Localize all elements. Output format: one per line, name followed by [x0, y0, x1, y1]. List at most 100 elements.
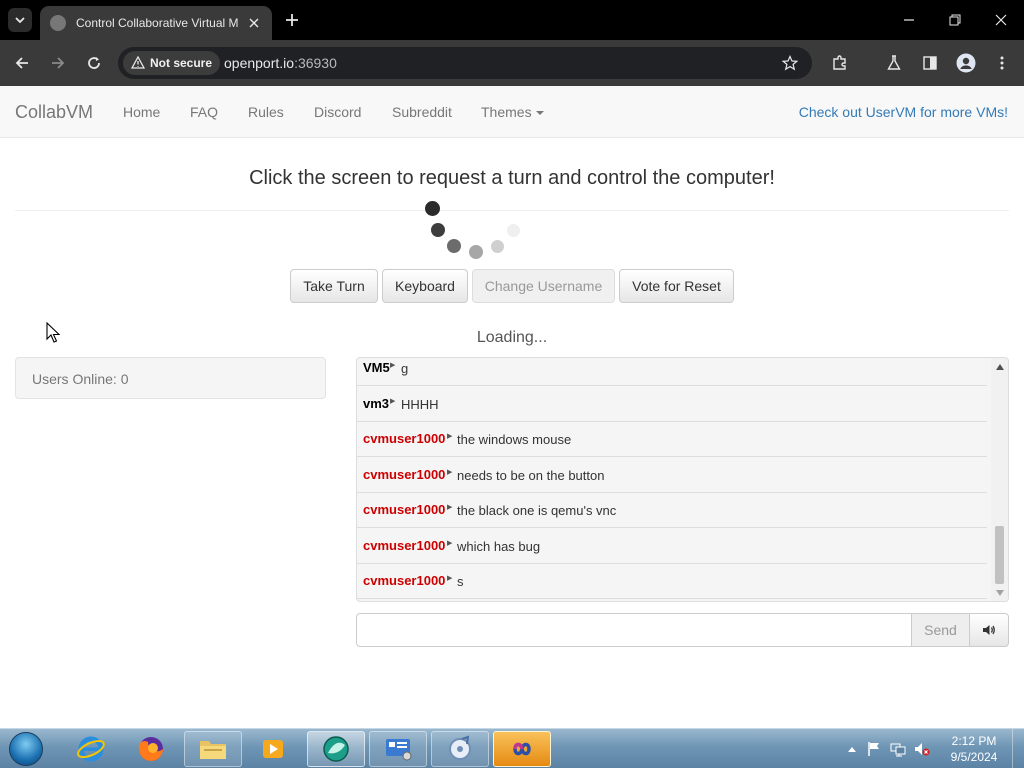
warning-icon: [131, 56, 145, 69]
minimize-icon: [904, 19, 914, 21]
action-center-tray[interactable]: [866, 741, 882, 757]
close-window-button[interactable]: [989, 8, 1013, 32]
chat-arrow-icon: ▶: [447, 468, 453, 476]
chat-input[interactable]: [356, 613, 912, 647]
scroll-thumb[interactable]: [995, 526, 1004, 584]
chat-username: VM5: [363, 360, 390, 375]
chat-arrow-icon: ▶: [447, 504, 453, 511]
nav-discord[interactable]: Discord: [314, 104, 361, 120]
extensions-button[interactable]: [826, 49, 854, 77]
nav-themes-label: Themes: [481, 104, 532, 120]
taskbar-infinity-app[interactable]: [493, 731, 551, 767]
forward-button[interactable]: [44, 49, 72, 77]
page-headline: Click the screen to request a turn and c…: [249, 167, 775, 189]
divider: [15, 210, 1009, 211]
nav-faq[interactable]: FAQ: [190, 104, 218, 120]
chat-message: cvmuser1000 ▶ needs to be on the button: [357, 458, 987, 493]
chat-username: cvmuser1000: [363, 431, 446, 446]
taskbar-file-explorer[interactable]: [184, 731, 242, 767]
favicon-icon: [50, 15, 66, 31]
url-text[interactable]: openport.io:36930: [224, 55, 337, 71]
restore-button[interactable]: [943, 8, 967, 32]
taskbar-media-player[interactable]: [244, 731, 302, 767]
browser-tab[interactable]: Control Collaborative Virtual M: [40, 6, 272, 40]
close-icon: [995, 14, 1007, 26]
browser-menu-button[interactable]: [988, 49, 1016, 77]
chat-message-text: the windows mouse: [457, 432, 572, 447]
scroll-down-button[interactable]: [991, 584, 1008, 601]
tab-close-button[interactable]: [246, 15, 262, 31]
triangle-up-icon: [995, 363, 1004, 370]
chevron-down-icon: [15, 17, 25, 24]
labs-button[interactable]: [880, 49, 908, 77]
chat-message-text: which has bug: [457, 538, 541, 554]
security-label: Not secure: [150, 56, 213, 70]
chat-scrollbar[interactable]: [991, 358, 1008, 601]
chat-message: VM5 ▶ g: [357, 358, 987, 386]
control-panel-icon: [386, 739, 412, 761]
media-player-icon: [263, 740, 283, 758]
tab-search-button[interactable]: [8, 8, 32, 32]
users-online-count: Users Online: 0: [32, 371, 129, 387]
puzzle-icon: [833, 55, 846, 70]
minimize-button[interactable]: [897, 8, 921, 32]
back-button[interactable]: [8, 49, 36, 77]
firefox-icon: [138, 737, 163, 761]
internet-explorer-icon: [77, 736, 105, 762]
sound-toggle-button[interactable]: [969, 613, 1009, 647]
triangle-up-icon: [848, 747, 856, 752]
arrow-left-icon: [15, 57, 28, 69]
show-hidden-icons-button[interactable]: [844, 741, 860, 757]
chat-message-text: needs to be on the button: [457, 467, 605, 483]
nav-rules[interactable]: Rules: [248, 104, 284, 120]
taskbar-control-panel[interactable]: [369, 731, 427, 767]
flask-icon: [887, 55, 901, 70]
keyboard-button[interactable]: Keyboard: [382, 269, 468, 303]
show-desktop-button[interactable]: [1012, 729, 1024, 769]
taskbar-media-center[interactable]: [431, 731, 489, 767]
url-port: :36930: [294, 55, 337, 71]
loading-text: Loading...: [476, 329, 548, 346]
chat-message-text: s: [457, 574, 464, 589]
nav-subreddit[interactable]: Subreddit: [392, 104, 452, 120]
nav-themes-dropdown[interactable]: Themes: [481, 104, 544, 120]
restore-icon: [949, 14, 961, 26]
volume-tray[interactable]: [914, 741, 930, 757]
start-button[interactable]: [6, 731, 46, 767]
chat-username: cvmuser1000: [363, 502, 446, 517]
taskbar-collabvm-app[interactable]: [307, 731, 365, 767]
clock-time: 2:12 PM: [951, 734, 997, 748]
site-navbar: CollabVM Home FAQ Rules Discord Subreddi…: [0, 86, 1024, 138]
network-tray[interactable]: [890, 741, 906, 757]
uservm-link[interactable]: Check out UserVM for more VMs!: [799, 104, 1008, 120]
chat-panel[interactable]: VM5 ▶ g vm3 ▶ HHHH cvmuser1000 ▶ the windows mou…: [356, 357, 1009, 602]
chat-message-text: g: [401, 361, 409, 376]
chat-username: vm3: [363, 395, 390, 411]
site-security-chip[interactable]: Not secure: [123, 51, 221, 75]
taskbar-clock[interactable]: 2:12 PM 9/5/2024: [944, 733, 1004, 765]
profile-button[interactable]: [952, 49, 980, 77]
side-panel-button[interactable]: [916, 49, 944, 77]
scroll-up-button[interactable]: [991, 358, 1008, 375]
users-online-panel: Users Online: 0: [15, 357, 326, 399]
taskbar-firefox[interactable]: [122, 731, 180, 767]
browser-tab-bar: Control Collaborative Virtual M: [0, 0, 1024, 40]
send-button[interactable]: Send: [911, 613, 970, 647]
flag-icon: [868, 742, 879, 756]
new-tab-button[interactable]: [282, 10, 302, 30]
bookmark-button[interactable]: [780, 53, 800, 73]
taskbar-internet-explorer[interactable]: [62, 731, 120, 767]
volume-icon: [983, 625, 995, 635]
change-username-button[interactable]: Change Username: [472, 269, 615, 303]
plus-icon: [286, 14, 298, 26]
chat-message: cvmuser1000 ▶ s: [357, 564, 987, 599]
address-bar[interactable]: Not secure openport.io:36930: [118, 47, 812, 79]
vote-reset-button[interactable]: Vote for Reset: [619, 269, 734, 303]
site-brand[interactable]: CollabVM: [15, 102, 93, 123]
triangle-down-icon: [995, 589, 1004, 596]
chat-arrow-icon: ▶: [447, 539, 453, 547]
chat-username: cvmuser1000: [363, 466, 446, 482]
take-turn-button[interactable]: Take Turn: [290, 269, 378, 303]
nav-home[interactable]: Home: [123, 104, 160, 120]
reload-button[interactable]: [80, 49, 108, 77]
